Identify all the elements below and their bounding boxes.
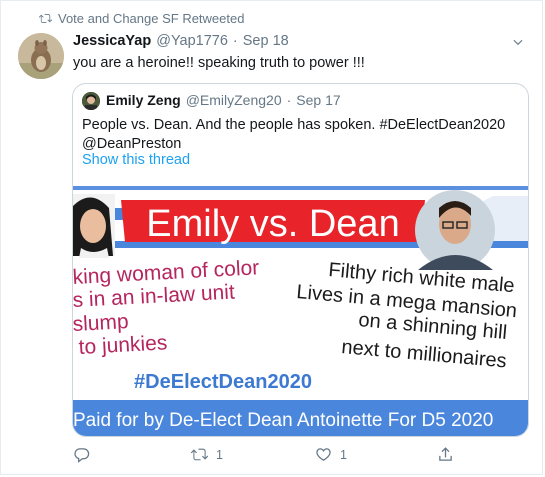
left-line-4: to junkies: [78, 331, 168, 359]
quoted-author-avatar[interactable]: [82, 92, 100, 110]
heart-icon: [316, 448, 331, 461]
squirrel-avatar-image: [18, 33, 64, 79]
quoted-header: Emily Zeng @EmilyZeng20 · Sep 17: [106, 92, 341, 108]
right-portrait: [415, 190, 495, 270]
reply-icon: [74, 448, 90, 463]
author-name[interactable]: JessicaYap: [73, 33, 151, 49]
quoted-text-line-1: People vs. Dean. And the people has spok…: [82, 117, 506, 133]
retweet-button[interactable]: 1: [191, 446, 223, 463]
show-thread-link[interactable]: Show this thread: [82, 152, 190, 168]
retweet-count: 1: [216, 447, 223, 462]
left-line-3: slump: [73, 310, 129, 336]
quoted-text: People vs. Dean. And the people has spok…: [82, 116, 512, 154]
like-count: 1: [340, 447, 347, 462]
separator-dot: ·: [286, 92, 292, 108]
retweet-icon: [191, 448, 208, 461]
tweet-date[interactable]: Sep 18: [243, 33, 289, 49]
tweet-actions: 1 1: [1, 444, 545, 466]
tweet-text: you are a heroine!! speaking truth to po…: [73, 55, 365, 71]
quoted-author-handle[interactable]: @EmilyZeng20: [186, 92, 282, 108]
chevron-down-icon[interactable]: [511, 35, 525, 49]
retweet-icon: [39, 14, 52, 23]
quoted-tweet[interactable]: Emily Zeng @EmilyZeng20 · Sep 17 People …: [72, 83, 529, 437]
campaign-graphic[interactable]: Emily vs. Dean king woman of color s in …: [73, 186, 529, 437]
tweet-header: JessicaYap @Yap1776 · Sep 18: [73, 33, 289, 49]
quoted-date[interactable]: Sep 17: [296, 92, 340, 108]
share-button[interactable]: [437, 446, 454, 463]
tweet-card[interactable]: Vote and Change SF Retweeted JessicaYap …: [0, 0, 543, 475]
headline-text: Emily vs. Dean: [146, 203, 399, 245]
quoted-avatar-image: [82, 92, 100, 110]
retweeted-by: Vote and Change SF Retweeted: [39, 11, 244, 26]
separator-dot: ·: [232, 33, 238, 49]
footer-text: Paid for by De-Elect Dean Antoinette For…: [73, 410, 493, 431]
retweet-label[interactable]: Vote and Change SF Retweeted: [58, 11, 244, 26]
reply-button[interactable]: [73, 446, 98, 463]
left-portrait: [73, 194, 115, 258]
share-icon: [439, 447, 452, 461]
quoted-author-name[interactable]: Emily Zeng: [106, 92, 181, 108]
author-avatar[interactable]: [18, 33, 64, 79]
author-handle[interactable]: @Yap1776: [156, 33, 228, 49]
like-button[interactable]: 1: [315, 446, 347, 463]
graphic-hashtag: #DeElectDean2020: [134, 371, 312, 393]
